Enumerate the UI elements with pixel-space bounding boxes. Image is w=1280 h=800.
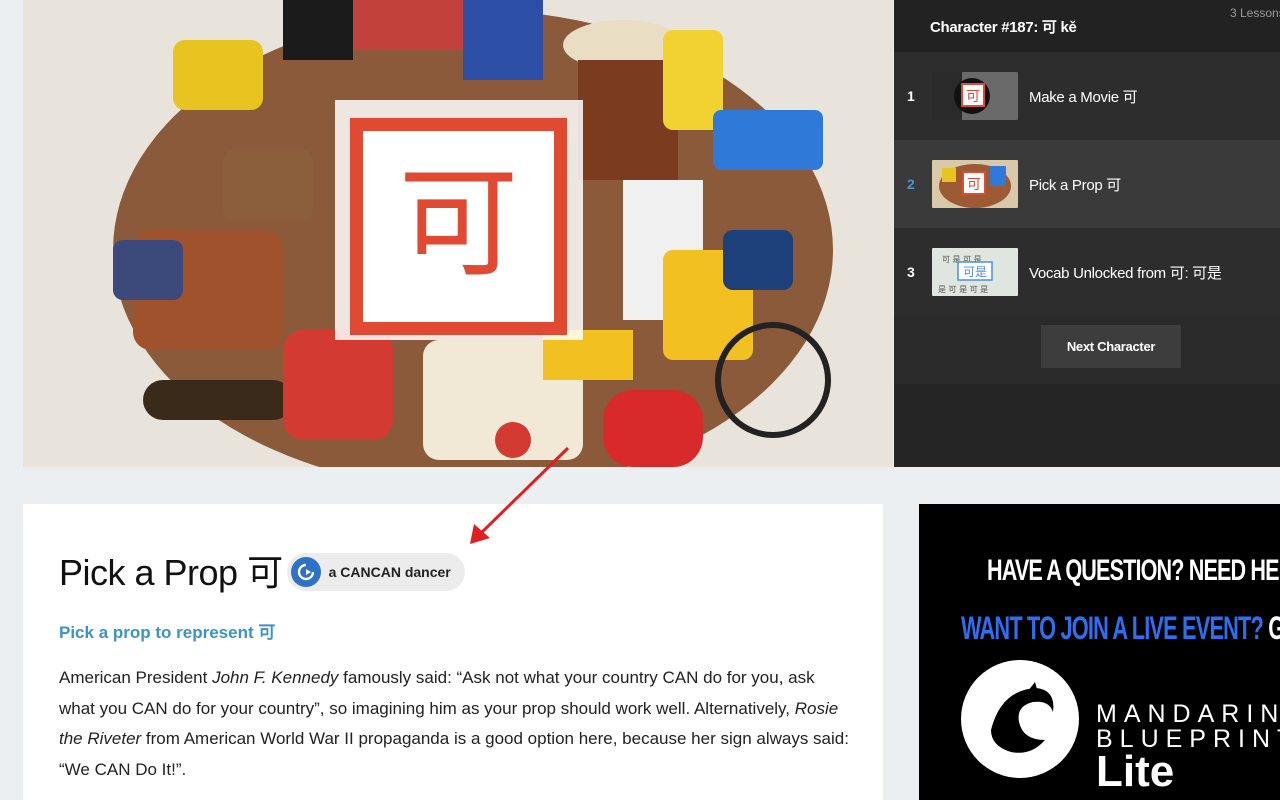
lesson-item-make-a-movie[interactable]: 1 可 Make a Movie 可 bbox=[894, 52, 1280, 140]
lesson-thumbnail: 可 bbox=[932, 72, 1018, 120]
brand-line-3: Lite bbox=[1096, 747, 1175, 796]
lesson-item-vocab-unlocked[interactable]: 3 可 是 可 是 是 可 是 可 是 可是 Vocab Unlocked fr… bbox=[894, 228, 1280, 316]
paragraph-text: from American World War II propaganda is… bbox=[59, 729, 849, 779]
lesson-number: 2 bbox=[907, 176, 915, 192]
live-event-goto: GO TO... bbox=[1263, 610, 1280, 646]
audio-label: a CANCAN dancer bbox=[328, 564, 451, 580]
live-event-highlight: WANT TO JOIN A LIVE EVENT? bbox=[961, 610, 1264, 646]
lesson-paragraph: American President John F. Kennedy famou… bbox=[59, 663, 849, 785]
help-banner[interactable]: HAVE A QUESTION? NEED HELP? WANT TO JOIN… bbox=[919, 504, 1280, 800]
lesson-number: 1 bbox=[907, 88, 915, 104]
title-row: Pick a Prop 可 a CANCAN dancer bbox=[59, 550, 847, 593]
paragraph-text: American President bbox=[59, 668, 213, 687]
lesson-count: 3 Lessons bbox=[1230, 6, 1280, 20]
svg-text:是 可 是 可 是: 是 可 是 可 是 bbox=[938, 285, 988, 294]
paragraph-name: John F. Kennedy bbox=[212, 668, 339, 687]
next-character-button[interactable]: Next Character bbox=[1041, 325, 1181, 368]
thumb-vocab: 可是 bbox=[963, 265, 987, 279]
sidebar-header: Character #187: 可 kě 3 Lessons bbox=[894, 0, 1280, 52]
page-title: Pick a Prop 可 bbox=[59, 552, 283, 593]
audio-button[interactable]: a CANCAN dancer bbox=[286, 553, 465, 591]
help-question: HAVE A QUESTION? NEED HELP? bbox=[987, 554, 1280, 587]
lesson-thumbnail: 可 bbox=[932, 160, 1018, 208]
lesson-content: Pick a Prop 可 a CANCAN dancer Pick a pro… bbox=[23, 504, 883, 800]
lesson-number: 3 bbox=[907, 264, 915, 280]
hero-character: 可 bbox=[398, 155, 519, 294]
lesson-thumbnail: 可 是 可 是 是 可 是 可 是 可是 bbox=[932, 248, 1018, 296]
pick-prop-link[interactable]: Pick a prop to represent 可 bbox=[59, 618, 847, 643]
lesson-label: Pick a Prop 可 bbox=[1029, 176, 1121, 194]
svg-text:可: 可 bbox=[967, 177, 981, 193]
hero-image: 可 bbox=[23, 0, 893, 467]
lesson-label: Vocab Unlocked from 可: 可是 bbox=[1029, 264, 1222, 282]
svg-text:可: 可 bbox=[966, 89, 980, 105]
sidebar-footer bbox=[894, 384, 1280, 467]
character-title: Character #187: 可 kě bbox=[930, 18, 1077, 36]
dragon-logo-icon bbox=[961, 660, 1079, 778]
live-event-text: WANT TO JOIN A LIVE EVENT? GO TO... bbox=[961, 610, 1280, 647]
lesson-label: Make a Movie 可 bbox=[1029, 88, 1138, 106]
replay-audio-icon bbox=[290, 557, 321, 587]
lesson-item-pick-a-prop[interactable]: 2 可 Pick a Prop 可 bbox=[894, 140, 1280, 228]
lesson-sidebar: Character #187: 可 kě 3 Lessons 1 可 Make … bbox=[894, 0, 1280, 467]
